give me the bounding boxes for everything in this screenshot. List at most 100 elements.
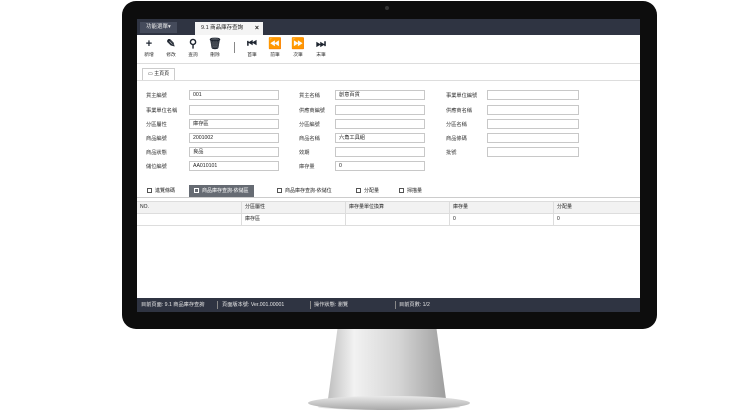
grid-icon [399,188,404,193]
product-status-field[interactable]: 良品 [189,147,279,157]
zone-name-label: 分區名稱 [446,122,467,128]
page-version-status: 頁面版本號: Ver.001.00001 [222,302,285,308]
main-tab-label: 主頁頁 [154,71,170,77]
zone-attribute-label: 分區屬性 [146,122,167,128]
batch-field[interactable] [487,147,579,157]
col-header-zone-attribute[interactable]: 分區屬性 [241,202,345,213]
monitor-stand-neck [328,329,446,399]
first-label: 首筆 [247,53,257,58]
zone-id-field[interactable] [335,119,425,129]
location-id-label: 儲位編號 [146,164,167,170]
col-header-allocated-qty[interactable]: 分配量 [553,202,640,213]
add-label: 新增 [144,53,154,58]
query-button[interactable]: ⚲ 查詢 [184,37,202,58]
first-record-button[interactable]: ⏮ 首筆 [243,37,261,58]
grid-icon [277,188,282,193]
prev-icon: ⏪ [268,38,282,50]
last-record-button[interactable]: ⏭ 末筆 [312,37,330,58]
owner-id-label: 貨主編號 [146,93,167,99]
subtab-label: 商品庫存查詢-依儲位 [285,188,332,194]
col-header-stock-qty[interactable]: 庫存量 [449,202,553,213]
edit-icon: ✎ [166,38,176,50]
subtab-label: 商品庫存查詢-依儲區 [202,188,249,194]
col-header-no[interactable]: NO. [137,202,241,213]
business-unit-name-field[interactable] [189,105,279,115]
stock-qty-field[interactable]: 0 [335,161,425,171]
query-label: 查詢 [188,53,198,58]
product-id-label: 商品編號 [146,136,167,142]
expiry-label: 效期 [299,150,310,156]
cell-no [137,214,241,225]
cell-allocated-qty: 0 [553,214,640,225]
location-id-field[interactable]: AA010101 [189,161,279,171]
monitor-stand-base [308,396,470,410]
owner-name-label: 貨主名稱 [299,93,320,99]
cell-stock-qty: 0 [449,214,553,225]
product-name-field[interactable]: 六角工具組 [335,133,425,143]
product-name-label: 商品名稱 [299,136,320,142]
grid-icon [194,188,199,193]
business-unit-id-label: 事業單位編號 [446,93,478,99]
toolbar-divider [234,42,235,53]
last-label: 末筆 [316,53,326,58]
tab-label: 9.1 商品庫存查詢 [201,25,244,31]
status-divider [217,301,218,309]
barcode-field[interactable] [487,133,579,143]
supplier-name-label: 供應商名稱 [446,108,472,114]
col-header-unit-conversion[interactable]: 庫存量單位換算 [345,202,449,213]
toolbar: + 新增 ✎ 修改 ⚲ 查詢 🗑 刪除 ⏮ 首筆 ⏪ 前筆 ⏩ 次筆 ⏭ 末筆 [137,35,640,64]
tab-scanned-qty[interactable]: 掃描量 [394,185,427,197]
zone-name-field[interactable] [487,119,579,129]
webcam [385,6,389,10]
trash-icon: 🗑 [208,38,222,50]
stock-qty-label: 庫存量 [299,164,315,170]
product-id-field[interactable]: 2001002 [189,133,279,143]
subtab-label: 進覽條碼 [155,188,176,194]
tab-bar: 功能選單▾ 9.1 商品庫存查詢 × [137,19,640,35]
zone-attribute-field[interactable]: 庫存區 [189,119,279,129]
subtab-label: 掃描量 [407,188,423,194]
batch-label: 批號 [446,150,457,156]
next-record-button[interactable]: ⏩ 次筆 [289,37,307,58]
expiry-field[interactable] [335,147,425,157]
grid-icon [356,188,361,193]
business-unit-name-label: 事業單位名稱 [146,108,178,114]
close-icon[interactable]: × [255,22,259,35]
supplier-name-field[interactable] [487,105,579,115]
delete-label: 刪除 [210,53,220,58]
function-menu-button[interactable]: 功能選單▾ [140,22,177,33]
edit-label: 修改 [166,53,176,58]
current-page-status: 目前頁面: 9.1 商品庫存查詢 [141,302,205,308]
app-screen: 功能選單▾ 9.1 商品庫存查詢 × + 新增 ✎ 修改 ⚲ 查詢 🗑 刪除 ⏮… [137,19,640,312]
plus-icon: + [145,38,153,50]
prev-record-button[interactable]: ⏪ 前筆 [266,37,284,58]
owner-name-field[interactable]: 創意百貨 [335,90,425,100]
status-divider [395,301,396,309]
globe-icon [147,188,152,193]
tab-main-page[interactable]: ▭ 主頁頁 [142,68,176,80]
cell-zone-attribute: 庫存區 [241,214,345,225]
add-button[interactable]: + 新增 [140,37,158,58]
supplier-id-field[interactable] [335,105,425,115]
zone-id-label: 分區編號 [299,122,320,128]
stock-grid: NO. 分區屬性 庫存量單位換算 庫存量 分配量 庫存區 0 0 [137,201,640,226]
edit-button[interactable]: ✎ 修改 [162,37,180,58]
tab-browse-barcode[interactable]: 進覽條碼 [142,185,180,197]
tab-inventory-query[interactable]: 9.1 商品庫存查詢 × [195,22,263,35]
product-status-label: 商品狀態 [146,150,167,156]
main-tab-divider [137,80,640,81]
tab-stock-by-location[interactable]: 商品庫存查詢-依儲位 [272,185,337,197]
table-row[interactable]: 庫存區 0 0 [137,214,640,226]
tab-stock-by-zone[interactable]: 商品庫存查詢-依儲區 [189,185,254,197]
status-bar: 目前頁面: 9.1 商品庫存查詢 頁面版本號: Ver.001.00001 操作… [137,298,640,312]
cell-unit-conversion [345,214,449,225]
supplier-id-label: 供應商編號 [299,108,325,114]
delete-button[interactable]: 🗑 刪除 [206,37,224,58]
grid-header-row: NO. 分區屬性 庫存量單位換算 庫存量 分配量 [137,201,640,214]
tab-allocated-qty[interactable]: 分配量 [351,185,384,197]
prev-label: 前筆 [270,53,280,58]
business-unit-id-field[interactable] [487,90,579,100]
subtab-label: 分配量 [364,188,380,194]
barcode-label: 商品條碼 [446,136,467,142]
owner-id-field[interactable]: 001 [189,90,279,100]
